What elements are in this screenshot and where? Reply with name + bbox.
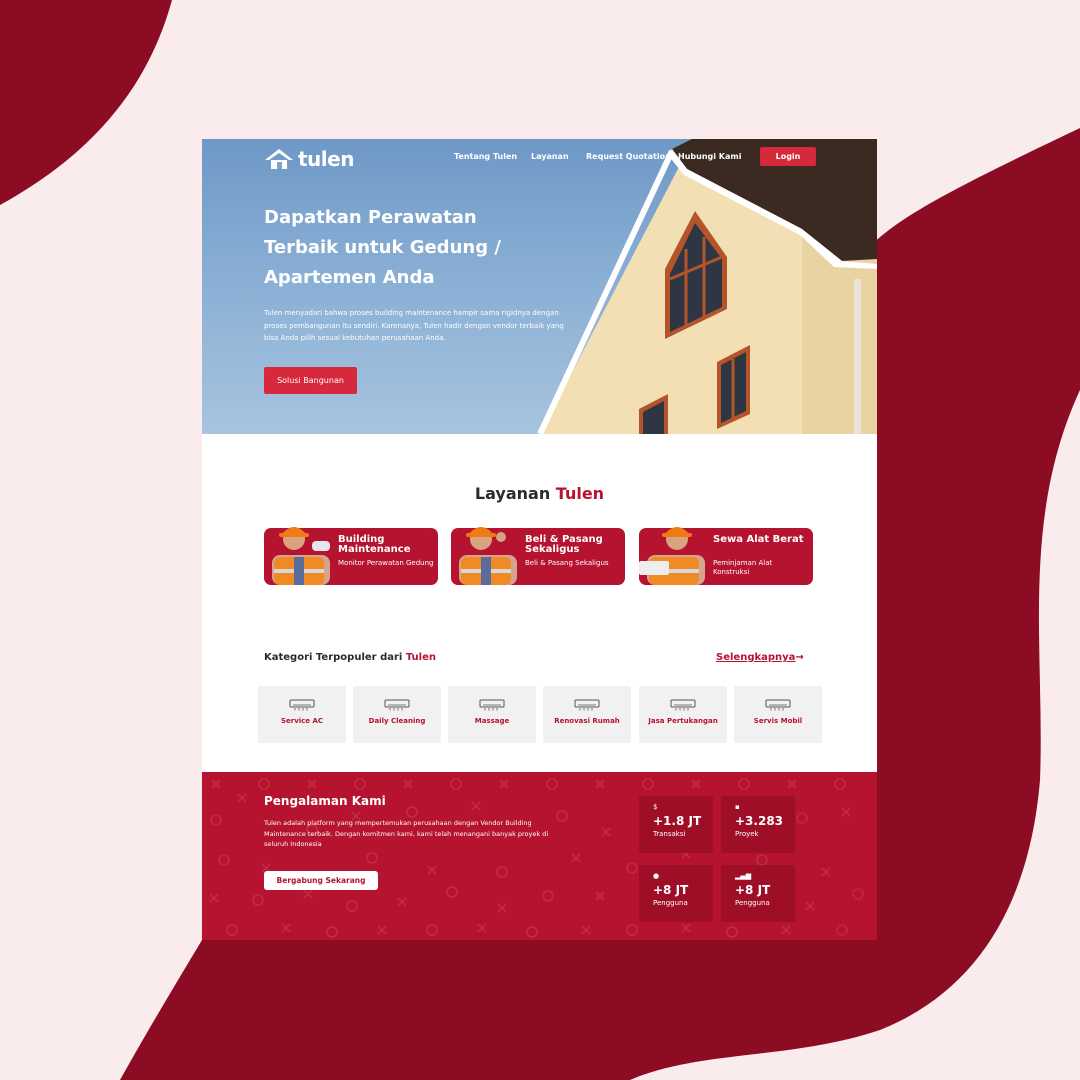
- user-icon: ●: [653, 872, 660, 880]
- air-conditioner-icon: [765, 699, 791, 711]
- logo[interactable]: tulen: [264, 147, 354, 171]
- selengkapnya-label: Selengkapnya: [716, 652, 796, 663]
- website-mockup: tulen Tentang Tulen Layanan Request Quot…: [202, 139, 877, 940]
- kategori-title-accent: Tulen: [405, 652, 436, 663]
- stat-value: +3.283: [735, 814, 784, 828]
- solusi-bangunan-button[interactable]: Solusi Bangunan: [264, 367, 357, 394]
- service-card-title: Sewa Alat Berat: [713, 534, 804, 545]
- house-icon: [265, 149, 293, 169]
- money-icon: $: [653, 803, 658, 811]
- kategori-title-prefix: Kategori Terpopuler dari: [264, 652, 403, 663]
- stat-value: +1.8 JT: [653, 814, 702, 828]
- service-card-subtitle: Peminjaman Alat Konstruksi: [713, 559, 773, 576]
- category-card-jasa-pertukangan[interactable]: Jasa Pertukangan: [639, 686, 727, 743]
- service-card-beli-pasang[interactable]: Beli & Pasang Sekaligus Beli & Pasang Se…: [451, 527, 625, 585]
- pengalaman-title: Pengalaman Kami: [264, 794, 386, 808]
- category-label: Jasa Pertukangan: [648, 717, 718, 725]
- layanan-title-accent: Tulen: [555, 484, 605, 503]
- service-card-sewa-alat[interactable]: Sewa Alat Berat Peminjaman Alat Konstruk…: [639, 527, 813, 585]
- signal-icon: ▂▄▆: [735, 872, 752, 880]
- pengalaman-description: Tulen adalah platform yang mempertemukan…: [264, 819, 549, 848]
- arrow-right-icon: →: [795, 652, 804, 663]
- layanan-title: Layanan Tulen: [202, 484, 877, 503]
- category-card-servis-mobil[interactable]: Servis Mobil: [734, 686, 822, 743]
- nav-link-hubungi[interactable]: Hubungi Kami: [678, 152, 741, 161]
- bergabung-sekarang-button[interactable]: Bergabung Sekarang: [264, 871, 378, 890]
- stat-card-proyek: ▪ +3.283 Proyek: [721, 796, 795, 853]
- hero-description: Tulen menyadari bahwa proses building ma…: [264, 309, 564, 342]
- category-label: Servis Mobil: [753, 717, 803, 725]
- login-button[interactable]: Login: [760, 147, 816, 166]
- logo-text: tulen: [298, 147, 354, 171]
- top-left-blob: [0, 0, 172, 205]
- stat-card-pengguna: ● +8 JT Pengguna: [639, 865, 713, 922]
- air-conditioner-icon: [479, 699, 505, 711]
- nav-link-layanan[interactable]: Layanan: [531, 152, 569, 161]
- air-conditioner-icon: [384, 699, 410, 711]
- service-card-building-maintenance[interactable]: Building Maintenance Monitor Perawatan G…: [264, 527, 438, 585]
- category-card-massage[interactable]: Massage: [448, 686, 536, 743]
- category-card-renovasi-rumah[interactable]: Renovasi Rumah: [543, 686, 631, 743]
- top-nav: tulen Tentang Tulen Layanan Request Quot…: [202, 139, 877, 179]
- layanan-title-prefix: Layanan: [474, 484, 551, 503]
- air-conditioner-icon: [574, 699, 600, 711]
- stat-label: Transaksi: [653, 830, 686, 838]
- worker-image: [639, 527, 705, 585]
- pengalaman-section: Pengalaman Kami Tulen adalah platform ya…: [202, 772, 877, 940]
- category-label: Renovasi Rumah: [554, 717, 620, 725]
- service-card-subtitle: Beli & Pasang Sekaligus: [525, 559, 609, 567]
- kategori-title: Kategori Terpopuler dari Tulen: [264, 652, 436, 663]
- stat-value: +8 JT: [735, 883, 771, 897]
- category-card-daily-cleaning[interactable]: Daily Cleaning: [353, 686, 441, 743]
- stat-value: +8 JT: [653, 883, 689, 897]
- air-conditioner-icon: [289, 699, 315, 711]
- service-card-subtitle: Monitor Perawatan Gedung: [338, 559, 434, 567]
- category-card-service-ac[interactable]: Service AC: [258, 686, 346, 743]
- service-card-title: Building Maintenance: [338, 534, 411, 555]
- stat-label: Pengguna: [653, 899, 688, 907]
- air-conditioner-icon: [670, 699, 696, 711]
- selengkapnya-link[interactable]: Selengkapnya→: [716, 652, 804, 663]
- category-label: Massage: [474, 717, 510, 725]
- nav-link-tentang[interactable]: Tentang Tulen: [454, 152, 517, 161]
- stat-card-pengguna-2: ▂▄▆ +8 JT Pengguna: [721, 865, 795, 922]
- service-card-title: Beli & Pasang Sekaligus: [525, 534, 603, 555]
- worker-image: [459, 527, 517, 585]
- briefcase-icon: ▪: [735, 803, 740, 811]
- hero-title: Dapatkan Perawatan Terbaik untuk Gedung …: [264, 207, 501, 288]
- worker-image: [272, 527, 330, 585]
- nav-link-request-quotation[interactable]: Request Quotation: [586, 152, 671, 161]
- hero-section: tulen Tentang Tulen Layanan Request Quot…: [202, 139, 877, 434]
- stat-label: Proyek: [735, 830, 759, 838]
- stat-label: Pengguna: [735, 899, 770, 907]
- stat-card-transaksi: $ +1.8 JT Transaksi: [639, 796, 713, 853]
- category-label: Service AC: [280, 717, 324, 725]
- category-label: Daily Cleaning: [368, 717, 426, 725]
